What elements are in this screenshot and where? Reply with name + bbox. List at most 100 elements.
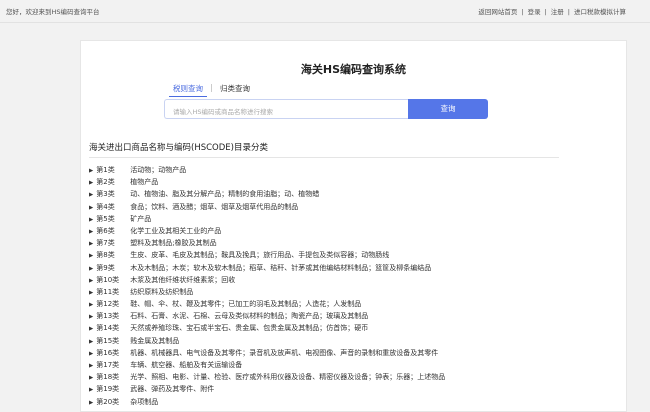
- triangle-right-icon: ▶: [89, 399, 94, 406]
- triangle-right-icon: ▶: [89, 326, 94, 333]
- category-number: 第5类: [96, 214, 115, 223]
- list-item[interactable]: ▶ 第2类 植物产品: [89, 176, 609, 188]
- category-number: 第11类: [96, 287, 120, 296]
- triangle-right-icon: ▶: [89, 204, 94, 211]
- link-divider: |: [521, 8, 524, 16]
- triangle-right-icon: ▶: [89, 375, 94, 382]
- category-name[interactable]: 动、植物油、脂及其分解产品；精制的食用油脂；动、植物蜡: [130, 190, 319, 198]
- category-number: 第4类: [96, 202, 115, 211]
- top-bar: 您好，欢迎来到HS编码查询平台 返回网站首页 | 登录 | 注册 | 进口税款模拟计算: [0, 0, 650, 23]
- category-number: 第9类: [96, 263, 115, 272]
- search-input[interactable]: 请输入HS编码或商品名称进行搜索: [164, 99, 408, 119]
- list-item[interactable]: ▶ 第6类 化学工业及其相关工业的产品: [89, 225, 609, 237]
- category-name[interactable]: 矿产品: [130, 215, 151, 223]
- home-link[interactable]: 返回网站首页: [478, 8, 517, 16]
- category-number: 第7类: [96, 239, 115, 248]
- list-item[interactable]: ▶ 第20类 杂项制品: [89, 396, 609, 408]
- category-name[interactable]: 杂项制品: [130, 398, 158, 406]
- list-item[interactable]: ▶ 第7类 塑料及其制品;橡胶及其制品: [89, 237, 609, 249]
- category-name[interactable]: 武器、弹药及其零件、附件: [130, 385, 214, 393]
- triangle-right-icon: ▶: [89, 228, 94, 235]
- category-number: 第2类: [96, 178, 115, 187]
- category-number: 第16类: [96, 348, 120, 357]
- category-name[interactable]: 鞋、帽、伞、杖、鞭及其零件；已加工的羽毛及其制品；人造花；人发制品: [130, 300, 361, 308]
- triangle-right-icon: ▶: [89, 363, 94, 369]
- category-name[interactable]: 食品；饮料、酒及醋；烟草、烟草及烟草代用品的制品: [130, 203, 298, 211]
- register-link[interactable]: 注册: [551, 8, 564, 16]
- list-item[interactable]: ▶ 第8类 生皮、皮革、毛皮及其制品；鞍具及挽具；旅行用品、手提包及类似容器；动物肠…: [89, 249, 609, 261]
- list-item[interactable]: ▶ 第12类 鞋、帽、伞、杖、鞭及其零件；已加工的羽毛及其制品；人造花；人发制品: [89, 298, 609, 310]
- section-title: 海关进出口商品名称与编码(HSCODE)目录分类: [89, 143, 268, 153]
- category-name[interactable]: 机器、机械器具、电气设备及其零件；录音机及放声机、电视图像、声音的录制和重放设备…: [130, 349, 438, 357]
- category-number: 第12类: [96, 300, 120, 309]
- triangle-right-icon: ▶: [89, 180, 94, 187]
- category-name[interactable]: 塑料及其制品;橡胶及其制品: [130, 239, 216, 247]
- triangle-right-icon: ▶: [89, 338, 94, 345]
- welcome-text: 您好，欢迎来到HS编码查询平台: [6, 8, 100, 16]
- category-name[interactable]: 化学工业及其相关工业的产品: [130, 227, 221, 235]
- list-item[interactable]: ▶ 第1类 活动物；动物产品: [89, 164, 609, 176]
- category-number: 第20类: [96, 397, 120, 406]
- category-name[interactable]: 光学、照相、电影、计量、检验、医疗或外科用仪器及设备、精密仪器及设备；钟表；乐器…: [130, 373, 445, 381]
- list-item[interactable]: ▶ 第11类 纺织原料及纺织制品: [89, 286, 609, 298]
- list-item[interactable]: ▶ 第17类 车辆、航空器、船舶及有关运输设备: [89, 359, 609, 371]
- category-number: 第15类: [96, 336, 120, 345]
- section-divider: [89, 157, 559, 158]
- category-name[interactable]: 车辆、航空器、船舶及有关运输设备: [130, 361, 242, 369]
- category-name[interactable]: 石料、石膏、水泥、石棉、云母及类似材料的制品；陶瓷产品；玻璃及其制品: [130, 312, 368, 320]
- category-number: 第17类: [96, 361, 120, 369]
- category-name[interactable]: 木浆及其他纤维状纤维素浆；回收: [130, 276, 235, 284]
- triangle-right-icon: ▶: [89, 265, 94, 272]
- list-item[interactable]: ▶ 第4类 食品；饮料、酒及醋；烟草、烟草及烟草代用品的制品: [89, 201, 609, 213]
- triangle-right-icon: ▶: [89, 302, 94, 309]
- category-number: 第13类: [96, 312, 120, 321]
- category-number: 第8类: [96, 251, 115, 260]
- category-name[interactable]: 木及木制品；木炭；软木及软木制品；稻草、秸秆、针茅或其他编结材料制品；篮筐及柳条…: [130, 264, 431, 272]
- category-list: ▶ 第1类 活动物；动物产品 ▶ 第2类 植物产品 ▶ 第3类 动、植物油、脂及其分解产品；精制…: [89, 164, 609, 408]
- login-link[interactable]: 登录: [528, 8, 541, 16]
- list-item[interactable]: ▶ 第15类 贱金属及其制品: [89, 335, 609, 347]
- list-item[interactable]: ▶ 第16类 机器、机械器具、电气设备及其零件；录音机及放声机、电视图像、声音的录制…: [89, 347, 609, 359]
- category-number: 第18类: [96, 373, 120, 382]
- list-item[interactable]: ▶ 第9类 木及木制品；木炭；软木及软木制品；稻草、秸秆、针茅或其他编结材料制品；篮…: [89, 262, 609, 274]
- category-name[interactable]: 纺织原料及纺织制品: [130, 288, 193, 296]
- list-item[interactable]: ▶ 第14类 天然或养殖珍珠、宝石或半宝石、贵金属、包贵金属及其制品；仿首饰；硬币: [89, 322, 609, 334]
- list-item[interactable]: ▶ 第13类 石料、石膏、水泥、石棉、云母及类似材料的制品；陶瓷产品；玻璃及其制品: [89, 310, 609, 322]
- triangle-right-icon: ▶: [89, 192, 94, 199]
- list-item[interactable]: ▶ 第18类 光学、照相、电影、计量、检验、医疗或外科用仪器及设备、精密仪器及设备；…: [89, 371, 609, 383]
- triangle-right-icon: ▶: [89, 241, 94, 248]
- triangle-right-icon: ▶: [89, 314, 94, 321]
- triangle-right-icon: ▶: [89, 253, 94, 260]
- page-title: 海关HS编码查询系统: [300, 63, 407, 76]
- list-item[interactable]: ▶ 第3类 动、植物油、脂及其分解产品；精制的食用油脂；动、植物蜡: [89, 188, 609, 200]
- tab-divider: [211, 84, 212, 92]
- tab-classification-query[interactable]: 归类查询: [216, 83, 254, 96]
- triangle-right-icon: ▶: [89, 168, 94, 174]
- link-divider: |: [567, 8, 570, 16]
- category-name[interactable]: 植物产品: [130, 178, 158, 186]
- list-item[interactable]: ▶ 第5类 矿产品: [89, 213, 609, 225]
- tab-tariff-query[interactable]: 税则查询: [169, 83, 207, 97]
- category-name[interactable]: 天然或养殖珍珠、宝石或半宝石、贵金属、包贵金属及其制品；仿首饰；硬币: [130, 324, 368, 332]
- top-links: 返回网站首页 | 登录 | 注册 | 进口税款模拟计算: [478, 6, 626, 16]
- category-number: 第14类: [96, 324, 120, 333]
- category-number: 第10类: [96, 275, 120, 284]
- category-number: 第19类: [96, 385, 120, 394]
- category-name[interactable]: 贱金属及其制品: [130, 337, 179, 345]
- category-number: 第3类: [96, 190, 115, 199]
- category-number: 第6类: [96, 226, 115, 235]
- main-panel: 海关HS编码查询系统 税则查询 归类查询 请输入HS编码或商品名称进行搜索 查询 …: [80, 40, 627, 412]
- category-name[interactable]: 生皮、皮革、毛皮及其制品；鞍具及挽具；旅行用品、手提包及类似容器；动物肠线: [130, 251, 389, 259]
- search-button[interactable]: 查询: [408, 99, 488, 119]
- list-item[interactable]: ▶ 第10类 木浆及其他纤维状纤维素浆；回收: [89, 274, 609, 286]
- tax-calculator-link[interactable]: 进口税款模拟计算: [574, 8, 626, 16]
- list-item[interactable]: ▶ 第19类 武器、弹药及其零件、附件: [89, 383, 609, 395]
- triangle-right-icon: ▶: [89, 350, 94, 357]
- triangle-right-icon: ▶: [89, 387, 94, 394]
- triangle-right-icon: ▶: [89, 277, 94, 284]
- category-number: 第1类: [96, 166, 115, 174]
- search-tabs: 税则查询 归类查询: [169, 83, 254, 97]
- triangle-right-icon: ▶: [89, 216, 94, 223]
- triangle-right-icon: ▶: [89, 289, 94, 296]
- category-name[interactable]: 活动物；动物产品: [130, 166, 186, 174]
